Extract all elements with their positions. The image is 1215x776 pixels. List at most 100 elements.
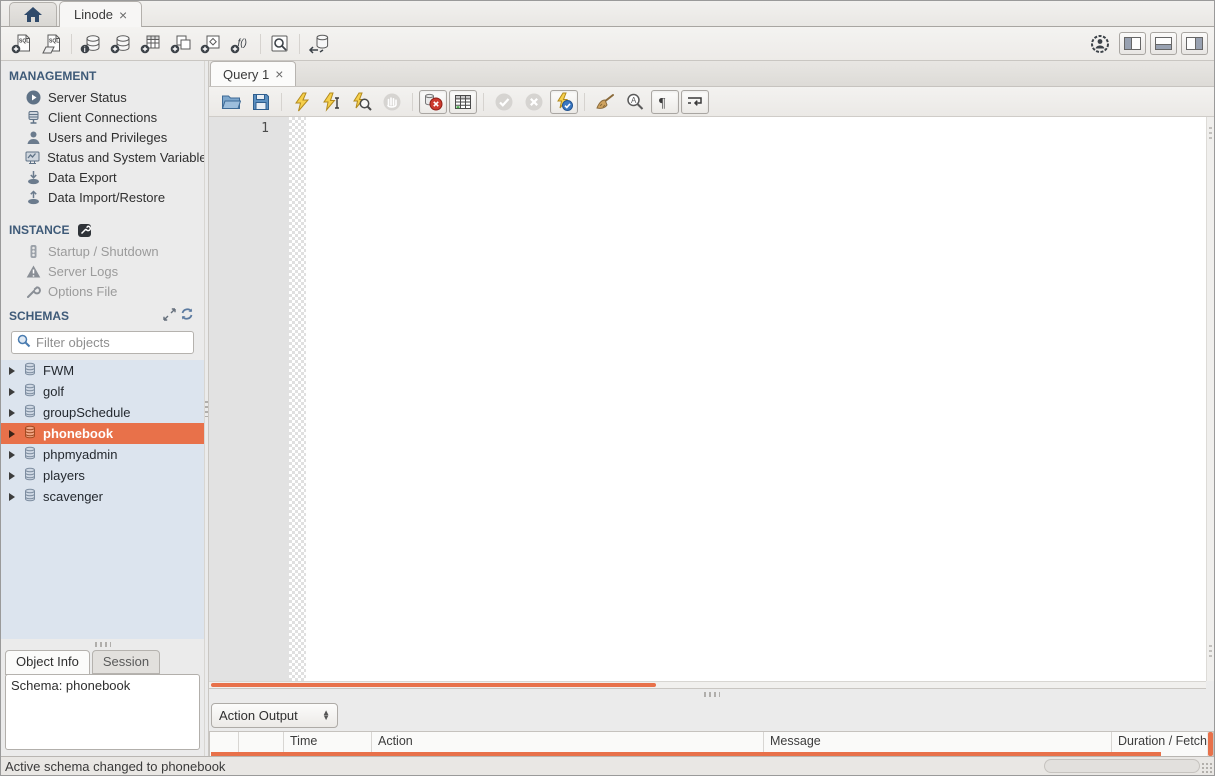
sidebar-item-system-variables[interactable]: Status and System Variables: [1, 147, 204, 167]
status-text: Active schema changed to phonebook: [5, 759, 225, 774]
stop-icon[interactable]: [378, 90, 406, 114]
create-function-icon[interactable]: f(): [226, 31, 256, 57]
close-icon[interactable]: ×: [119, 8, 127, 22]
schema-icon: [23, 467, 37, 484]
home-tab[interactable]: [9, 2, 57, 26]
wrench-badge-icon: [75, 224, 93, 237]
info-tabbar: Object Info Session: [1, 649, 204, 674]
svg-text:i: i: [84, 47, 86, 54]
query-tab-label: Query 1: [223, 67, 269, 82]
refresh-icon[interactable]: [178, 307, 196, 321]
expander-icon[interactable]: [7, 367, 17, 375]
tab-object-info[interactable]: Object Info: [5, 650, 90, 675]
tab-session[interactable]: Session: [92, 650, 160, 674]
commit-icon[interactable]: [490, 90, 518, 114]
users-icon: [25, 130, 41, 145]
toggle-right-panel-icon[interactable]: [1181, 32, 1208, 55]
instance-section-title: INSTANCE: [1, 215, 204, 241]
editor-row: 1: [209, 117, 1214, 681]
reconnect-database-icon[interactable]: [304, 31, 334, 57]
schema-row-golf[interactable]: golf: [1, 381, 204, 402]
output-splitter[interactable]: [209, 689, 1214, 699]
resize-grip[interactable]: [1201, 762, 1213, 774]
schema-row-groupschedule[interactable]: groupSchedule: [1, 402, 204, 423]
sidebar-item-startup-shutdown[interactable]: Startup / Shutdown: [1, 241, 204, 261]
expander-icon[interactable]: [7, 451, 17, 459]
connection-tab-linode[interactable]: Linode ×: [59, 1, 142, 27]
options-file-icon: [25, 284, 41, 299]
output-panel: Action Output ▲▼ Time Action Message Dur…: [209, 699, 1214, 756]
sidebar-item-server-logs[interactable]: Server Logs: [1, 261, 204, 281]
toggle-left-panel-icon[interactable]: [1119, 32, 1146, 55]
rollback-icon[interactable]: [520, 90, 548, 114]
new-sql-tab-icon[interactable]: SQL: [7, 31, 37, 57]
home-icon: [24, 7, 42, 22]
execute-current-icon[interactable]: [318, 90, 346, 114]
sidebar-item-users-privileges[interactable]: Users and Privileges: [1, 127, 204, 147]
system-variables-icon: [25, 150, 40, 165]
sidebar-item-server-status[interactable]: Server Status: [1, 87, 204, 107]
toggle-bottom-panel-icon[interactable]: [1150, 32, 1177, 55]
schema-icon: [23, 383, 37, 400]
limit-rows-icon[interactable]: [449, 90, 477, 114]
expander-icon[interactable]: [7, 472, 17, 480]
expander-icon[interactable]: [7, 388, 17, 396]
sql-editor[interactable]: [306, 117, 1206, 681]
schema-row-phonebook[interactable]: phonebook: [1, 423, 204, 444]
expander-icon[interactable]: [7, 409, 17, 417]
schema-filter[interactable]: [11, 331, 194, 354]
open-file-icon[interactable]: [217, 90, 245, 114]
beautify-icon[interactable]: [591, 90, 619, 114]
sidebar-item-data-export[interactable]: Data Export: [1, 167, 204, 187]
find-icon[interactable]: A: [621, 90, 649, 114]
sidebar-item-data-import[interactable]: Data Import/Restore: [1, 187, 204, 207]
schema-row-phpmyadmin[interactable]: phpmyadmin: [1, 444, 204, 465]
schema-row-scavenger[interactable]: scavenger: [1, 486, 204, 507]
object-info-content: Schema: phonebook: [5, 674, 200, 750]
schemas-section-header: SCHEMAS: [1, 301, 204, 327]
filter-objects-input[interactable]: [36, 335, 212, 350]
toggle-stop-on-error-icon[interactable]: [419, 90, 447, 114]
action-output-grid[interactable]: Time Action Message Duration / Fetch: [209, 731, 1214, 756]
info-panel-splitter[interactable]: [1, 639, 204, 649]
schema-row-players[interactable]: players: [1, 465, 204, 486]
word-wrap-icon[interactable]: [681, 90, 709, 114]
sidebar-item-options-file[interactable]: Options File: [1, 281, 204, 301]
create-table-icon[interactable]: [136, 31, 166, 57]
close-icon[interactable]: ×: [275, 67, 283, 81]
right-panel-splitter[interactable]: [1206, 117, 1214, 681]
explain-icon[interactable]: [348, 90, 376, 114]
schema-row-fwm[interactable]: FWM: [1, 360, 204, 381]
toolbar-separator: [299, 34, 300, 54]
schema-icon: [23, 446, 37, 463]
search-objects-icon[interactable]: [265, 31, 295, 57]
filter-row: [1, 327, 204, 360]
editor-horizontal-scrollbar[interactable]: [209, 681, 1206, 689]
toolbar-separator: [71, 34, 72, 54]
schema-info-icon[interactable]: i: [76, 31, 106, 57]
execute-icon[interactable]: [288, 90, 316, 114]
expand-icon[interactable]: [160, 308, 178, 321]
output-type-select[interactable]: Action Output ▲▼: [211, 703, 338, 728]
expander-icon[interactable]: [7, 430, 17, 438]
create-procedure-icon[interactable]: [196, 31, 226, 57]
scrollbar-thumb[interactable]: [1208, 732, 1213, 756]
toolbar-separator: [260, 34, 261, 54]
toggle-autocommit-icon[interactable]: [550, 90, 578, 114]
expander-icon[interactable]: [7, 493, 17, 501]
output-vertical-scrollbar[interactable]: [1207, 732, 1213, 756]
scrollbar-thumb[interactable]: [211, 683, 656, 687]
query-tab-1[interactable]: Query 1 ×: [210, 61, 296, 86]
save-icon[interactable]: [247, 90, 275, 114]
invisible-characters-icon[interactable]: ¶: [651, 90, 679, 114]
open-sql-script-icon[interactable]: SQL: [37, 31, 67, 57]
mysql-workbench-window: Linode × SQL SQL i f(): [0, 0, 1215, 776]
create-view-icon[interactable]: [166, 31, 196, 57]
create-schema-icon[interactable]: [106, 31, 136, 57]
main-area: Query 1 × A: [209, 61, 1214, 756]
chevron-up-down-icon: ▲▼: [322, 710, 330, 720]
settings-icon[interactable]: [1085, 31, 1115, 57]
sidebar-item-client-connections[interactable]: Client Connections: [1, 107, 204, 127]
query-tabbar: Query 1 ×: [209, 61, 1214, 87]
client-connections-icon: [25, 110, 41, 125]
